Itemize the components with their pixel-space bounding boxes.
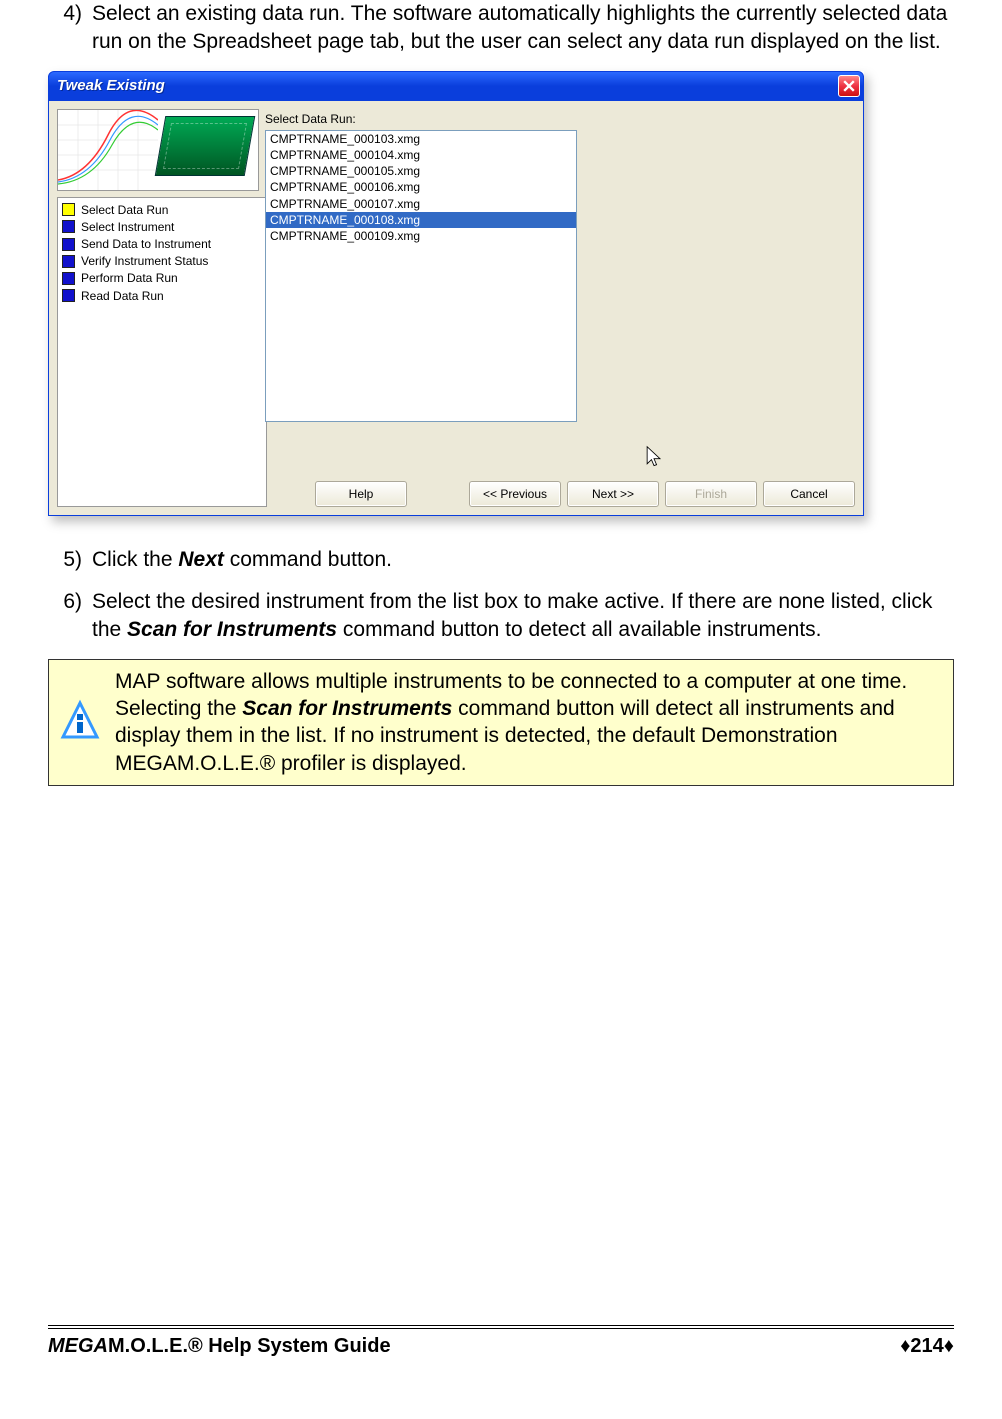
wizard-right-panel: Select Data Run: CMPTRNAME_000103.xmg CM… (265, 109, 855, 507)
next-button[interactable]: Next >> (567, 481, 659, 507)
titlebar: Tweak Existing (48, 71, 864, 101)
text-bold: Scan for Instruments (242, 697, 452, 720)
step-body-5: Click the Next command button. (92, 546, 954, 574)
listbox-label: Select Data Run: (265, 111, 855, 127)
wizard-left-panel: Select Data Run Select Instrument Send D… (57, 109, 257, 507)
wizard-step-item: Select Data Run (62, 202, 262, 218)
square-icon (62, 255, 75, 268)
list-item-selected[interactable]: CMPTRNAME_000108.xmg (266, 212, 576, 228)
text-bold: Scan for Instruments (127, 618, 337, 641)
list-item[interactable]: CMPTRNAME_000109.xmg (266, 228, 576, 244)
wizard-step-item: Verify Instrument Status (62, 253, 262, 269)
list-item[interactable]: CMPTRNAME_000105.xmg (266, 163, 576, 179)
note-text: MAP software allows multiple instruments… (115, 668, 939, 777)
finish-button: Finish (665, 481, 757, 507)
button-row: Help << Previous Next >> Finish Cancel (265, 431, 855, 507)
previous-button[interactable]: << Previous (469, 481, 561, 507)
cancel-button[interactable]: Cancel (763, 481, 855, 507)
footer-left: MEGAM.O.L.E.® Help System Guide (48, 1333, 391, 1360)
page-footer: MEGAM.O.L.E.® Help System Guide ♦214♦ (48, 1325, 954, 1360)
help-button[interactable]: Help (315, 481, 407, 507)
wizard-step-list: Select Data Run Select Instrument Send D… (57, 197, 267, 507)
window-title: Tweak Existing (57, 76, 165, 96)
list-item[interactable]: CMPTRNAME_000106.xmg (266, 179, 576, 195)
cursor-icon (645, 445, 663, 469)
wizard-step-label: Read Data Run (81, 288, 164, 304)
wizard-step-item: Read Data Run (62, 288, 262, 304)
wizard-step-label: Perform Data Run (81, 270, 178, 286)
step-num: 5) (48, 546, 92, 574)
step-num: 6) (48, 588, 92, 645)
text: command button to detect all available i… (337, 618, 821, 641)
text-bold: Next (178, 548, 224, 571)
step-body-4: Select an existing data run. The softwar… (92, 0, 954, 57)
square-icon (62, 220, 75, 233)
step-4: 4) Select an existing data run. The soft… (48, 0, 954, 57)
close-icon (843, 80, 855, 92)
list-item[interactable]: CMPTRNAME_000107.xmg (266, 196, 576, 212)
square-icon (62, 272, 75, 285)
text: command button. (224, 548, 392, 571)
square-icon (62, 203, 75, 216)
wizard-step-label: Select Data Run (81, 202, 168, 218)
wizard-header-image (57, 109, 259, 191)
step-body-6: Select the desired instrument from the l… (92, 588, 954, 645)
wizard-step-item: Send Data to Instrument (62, 236, 262, 252)
square-icon (62, 289, 75, 302)
step-5: 5) Click the Next command button. (48, 546, 954, 574)
wizard-step-item: Perform Data Run (62, 270, 262, 286)
wizard-step-item: Select Instrument (62, 219, 262, 235)
footer-title-rest: M.O.L.E.® Help System Guide (108, 1335, 391, 1357)
footer-page-number: ♦214♦ (900, 1333, 954, 1360)
close-button[interactable] (838, 75, 860, 97)
footer-title-italic: MEGA (48, 1335, 108, 1357)
list-item[interactable]: CMPTRNAME_000104.xmg (266, 147, 576, 163)
data-run-listbox[interactable]: CMPTRNAME_000103.xmg CMPTRNAME_000104.xm… (265, 130, 577, 422)
square-icon (62, 238, 75, 251)
info-icon (59, 697, 101, 747)
text: Click the (92, 548, 178, 571)
step-6: 6) Select the desired instrument from th… (48, 588, 954, 645)
wizard-step-label: Select Instrument (81, 219, 174, 235)
dialog-screenshot: Tweak Existing (48, 71, 864, 516)
step-num: 4) (48, 0, 92, 57)
list-item[interactable]: CMPTRNAME_000103.xmg (266, 131, 576, 147)
info-note: MAP software allows multiple instruments… (48, 659, 954, 786)
wizard-step-label: Send Data to Instrument (81, 236, 211, 252)
wizard-step-label: Verify Instrument Status (81, 253, 208, 269)
